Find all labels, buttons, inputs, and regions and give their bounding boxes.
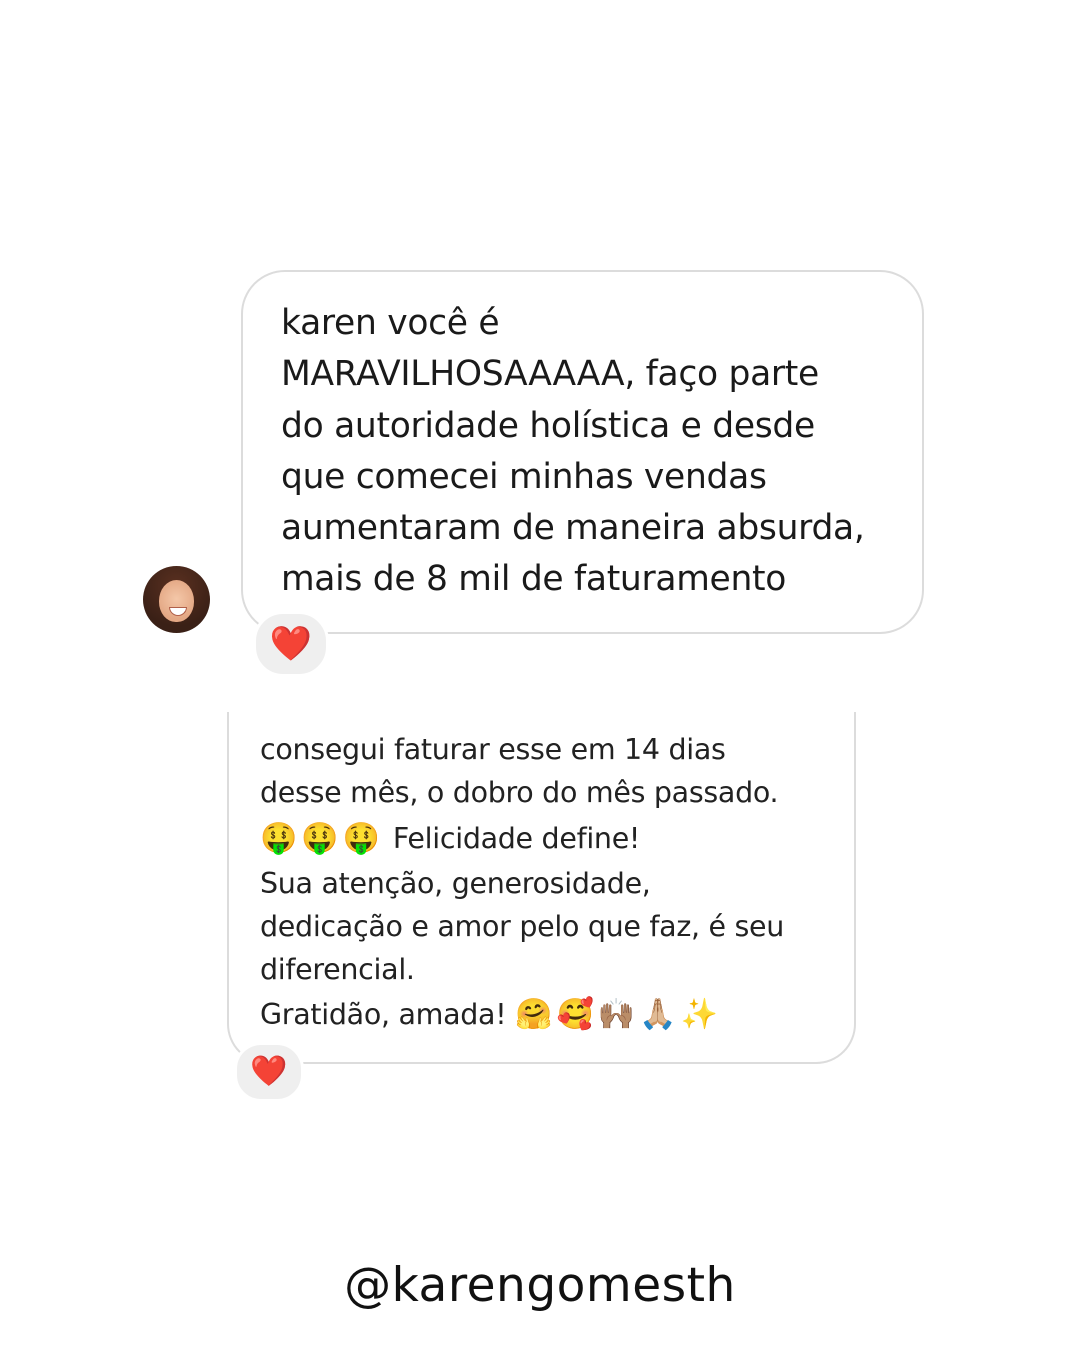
message-line: 🤑🤑🤑 Felicidade define! <box>260 815 834 862</box>
message-line: karen você é <box>281 303 500 343</box>
message-line: mais de 8 mil de faturamento <box>281 559 787 600</box>
heart-reaction-icon[interactable]: ❤️ <box>234 1042 304 1102</box>
gratitude-emoji-icon: 🤗🥰🙌🏽🙏🏼✨ <box>515 997 722 1033</box>
message-line: que comecei minhas vendas <box>281 456 767 497</box>
message-line: Gratidão, amada! 🤗🥰🙌🏽🙏🏼✨ <box>260 993 834 1036</box>
avatar[interactable] <box>143 566 210 633</box>
message-line: consegui faturar esse em 14 dias <box>260 733 726 766</box>
message-text: Gratidão, amada! <box>260 998 516 1032</box>
money-mouth-emoji-icon: 🤑🤑🤑 <box>260 820 385 856</box>
message-line: MARAVILHOSAAAAA, faço parte <box>281 354 819 395</box>
message-bubble-1[interactable]: karen você é MARAVILHOSAAAAA, faço parte… <box>241 270 924 634</box>
profile-handle: @karengomesth <box>344 1258 736 1313</box>
message-line: dedicação e amor pelo que faz, é seu <box>260 909 785 943</box>
message-line: diferencial. <box>260 953 415 987</box>
message-bubble-2[interactable]: consegui faturar esse em 14 dias desse m… <box>227 712 856 1064</box>
message-line: aumentaram de maneira absurda, <box>281 508 865 549</box>
message-text: Felicidade define! <box>384 821 641 855</box>
message-line: Sua atenção, generosidade, <box>260 866 651 900</box>
heart-reaction-icon[interactable]: ❤️ <box>253 611 329 677</box>
message-line: do autoridade holística e desde <box>281 405 815 446</box>
message-line: desse mês, o dobro do mês passado. <box>260 776 779 810</box>
